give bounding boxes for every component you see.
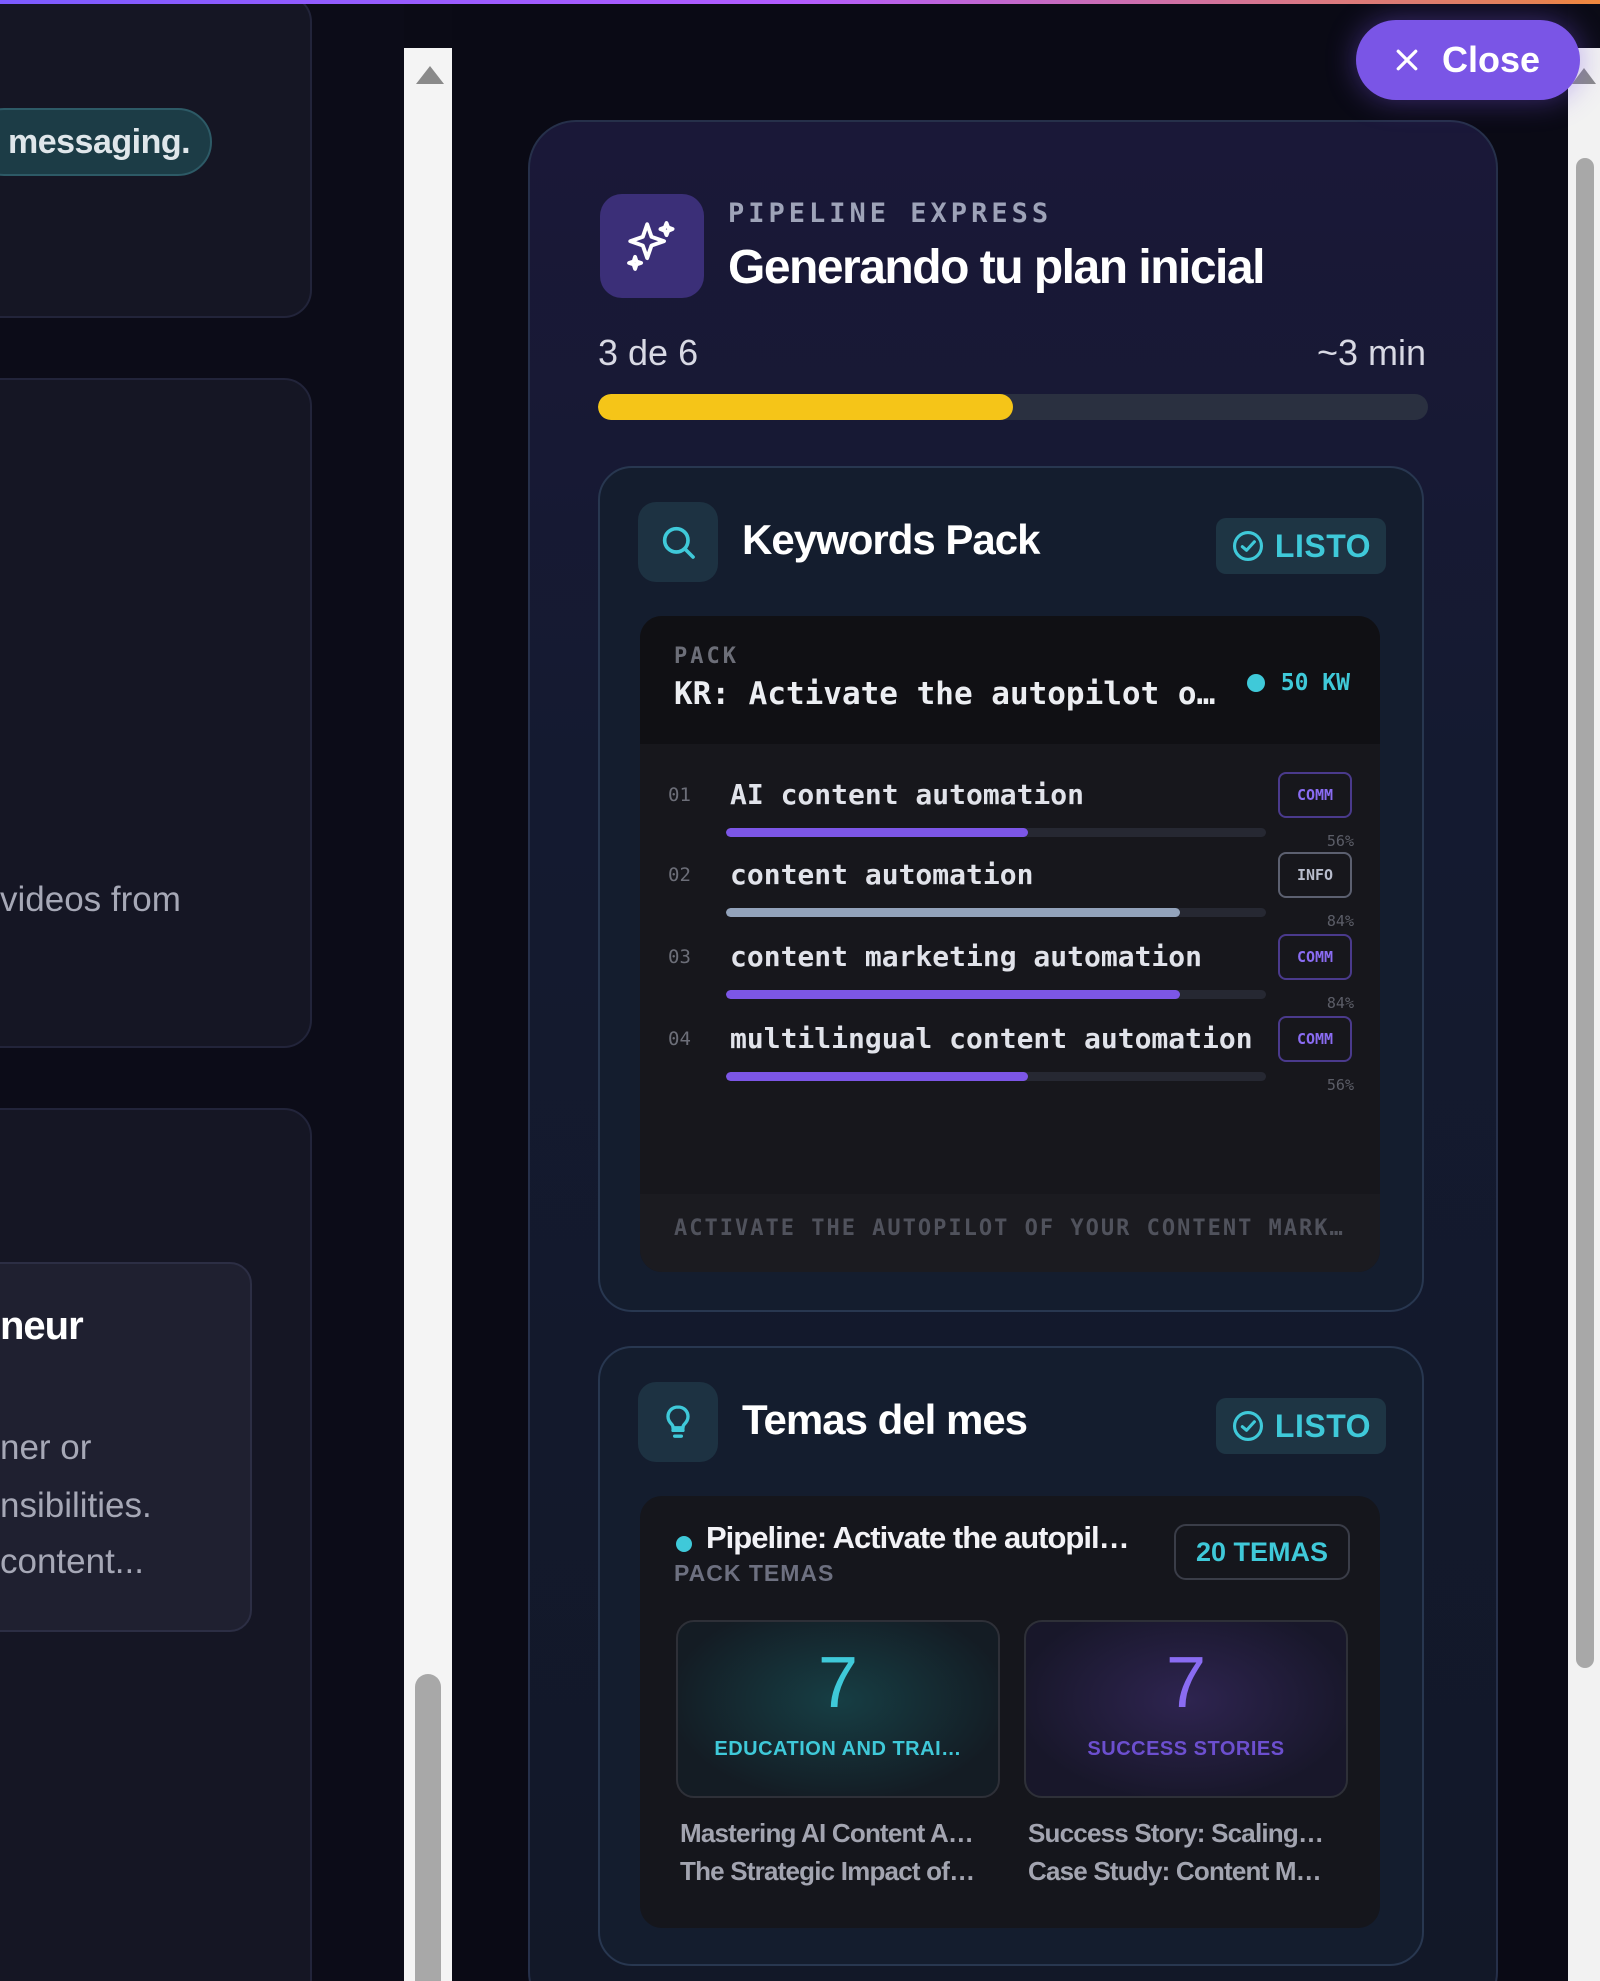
background-pill: messaging. — [0, 108, 212, 176]
keyword-score-fill — [726, 908, 1180, 917]
topic-category-card[interactable]: 7 EDUCATION AND TRAI… — [676, 1620, 1000, 1798]
background-text: videos from — [0, 880, 181, 919]
background-content-pane: messaging. videos from neur ner or nsibi… — [0, 4, 404, 1981]
keyword-score-bar — [726, 1072, 1266, 1081]
intent-tag: COMM — [1278, 934, 1352, 980]
keyword-score-bar — [726, 908, 1266, 917]
progress-step-label: 3 de 6 — [598, 332, 699, 373]
keyword-text: content automation — [730, 858, 1034, 891]
category-label: EDUCATION AND TRAI… — [714, 1738, 962, 1760]
keyword-index: 04 — [668, 1028, 691, 1050]
pack-footer: ACTIVATE THE AUTOPILOT OF YOUR CONTENT M… — [640, 1194, 1380, 1272]
topic-category-card[interactable]: 7 SUCCESS STORIES — [1024, 1620, 1348, 1798]
background-text: ner or — [0, 1428, 92, 1467]
background-text: nsibilities. — [0, 1486, 152, 1525]
topic-count-badge: 20 TEMAS — [1174, 1524, 1350, 1580]
background-card — [0, 378, 312, 1048]
intent-tag: INFO — [1278, 852, 1352, 898]
keyword-score: 56% — [1326, 1076, 1354, 1094]
keyword-index: 03 — [668, 946, 691, 968]
status-badge-label: LISTO — [1274, 527, 1372, 564]
category-label: SUCCESS STORIES — [1087, 1738, 1285, 1760]
keywords-pack-card[interactable]: PACK KR: Activate the autopilot o… 50 KW… — [640, 616, 1380, 1272]
pack-eyebrow: PACK — [674, 644, 739, 669]
background-text: content... — [0, 1542, 144, 1581]
keyword-text: content marketing automation — [730, 940, 1203, 973]
pack-header: PACK KR: Activate the autopilot o… 50 KW — [640, 616, 1380, 744]
topic-item: The Strategic Impact of… — [680, 1856, 975, 1886]
pack-title: KR: Activate the autopilot o… — [674, 676, 1216, 712]
keyword-index: 02 — [668, 864, 691, 886]
keyword-score-bar — [726, 990, 1266, 999]
list-item[interactable]: 04 multilingual content automation COMM … — [640, 1010, 1380, 1110]
monthly-topics-section: Temas del mes LISTO Pipeline: Activate t… — [598, 1346, 1424, 1966]
keyword-text: AI content automation — [730, 778, 1085, 811]
keyword-score-fill — [726, 990, 1180, 999]
progress-bar-fill — [598, 394, 1013, 420]
category-count: 7 — [1165, 1643, 1207, 1723]
keywords-pack-section: Keywords Pack LISTO PACK KR: Activate th… — [598, 466, 1424, 1312]
keyword-count-badge: 50 KW — [1246, 670, 1350, 696]
topic-item: Case Study: Content M… — [1028, 1856, 1322, 1886]
panel-eyebrow: PIPELINE EXPRESS — [728, 198, 1053, 229]
keyword-text: multilingual content automation — [730, 1022, 1253, 1055]
category-count: 7 — [817, 1643, 859, 1723]
section-title: Keywords Pack — [742, 516, 1040, 563]
intent-tag: COMM — [1278, 1016, 1352, 1062]
keyword-count: 50 KW — [1280, 670, 1350, 696]
scrollbar-thumb[interactable] — [415, 1674, 441, 1981]
scroll-up-arrow-icon[interactable] — [416, 66, 444, 84]
right-scrollbar[interactable] — [1568, 48, 1600, 1981]
pack-footer-text: ACTIVATE THE AUTOPILOT OF YOUR CONTENT M… — [674, 1216, 1345, 1241]
close-button-label: Close — [1442, 39, 1541, 80]
status-dot-icon — [1246, 674, 1265, 692]
status-badge-label: LISTO — [1274, 1407, 1372, 1444]
check-circle-icon — [1232, 530, 1263, 562]
intent-tag: COMM — [1278, 772, 1352, 818]
page-title: Generando tu plan inicial — [728, 241, 1265, 294]
lightbulb-icon — [638, 1382, 718, 1462]
progress-bar — [598, 394, 1428, 420]
keyword-score-bar — [726, 828, 1266, 837]
topic-item: Success Story: Scaling… — [1028, 1818, 1324, 1848]
check-circle-icon — [1232, 1410, 1263, 1442]
background-card-title: neur — [0, 1304, 84, 1348]
scrollbar-thumb[interactable] — [1576, 158, 1594, 1668]
status-dot-icon — [676, 1536, 692, 1552]
close-icon — [1396, 49, 1418, 71]
status-badge: LISTO — [1216, 1398, 1386, 1454]
sparkles-icon — [600, 194, 704, 298]
progress-eta: ~3 min — [1316, 332, 1426, 373]
status-badge: LISTO — [1216, 518, 1386, 574]
keyword-score-fill — [726, 828, 1029, 837]
left-scrollbar[interactable] — [404, 48, 452, 1981]
keyword-index: 01 — [668, 784, 691, 806]
pack-title: Pipeline: Activate the autopil… — [706, 1520, 1130, 1555]
search-icon — [638, 502, 718, 582]
keyword-score-fill — [726, 1072, 1029, 1081]
close-button[interactable]: Close — [1356, 20, 1580, 100]
topics-pack-card[interactable]: Pipeline: Activate the autopil… PACK TEM… — [640, 1496, 1380, 1928]
pack-subtitle: PACK TEMAS — [674, 1560, 835, 1586]
topic-item: Mastering AI Content A… — [680, 1818, 974, 1848]
section-title: Temas del mes — [742, 1396, 1028, 1443]
